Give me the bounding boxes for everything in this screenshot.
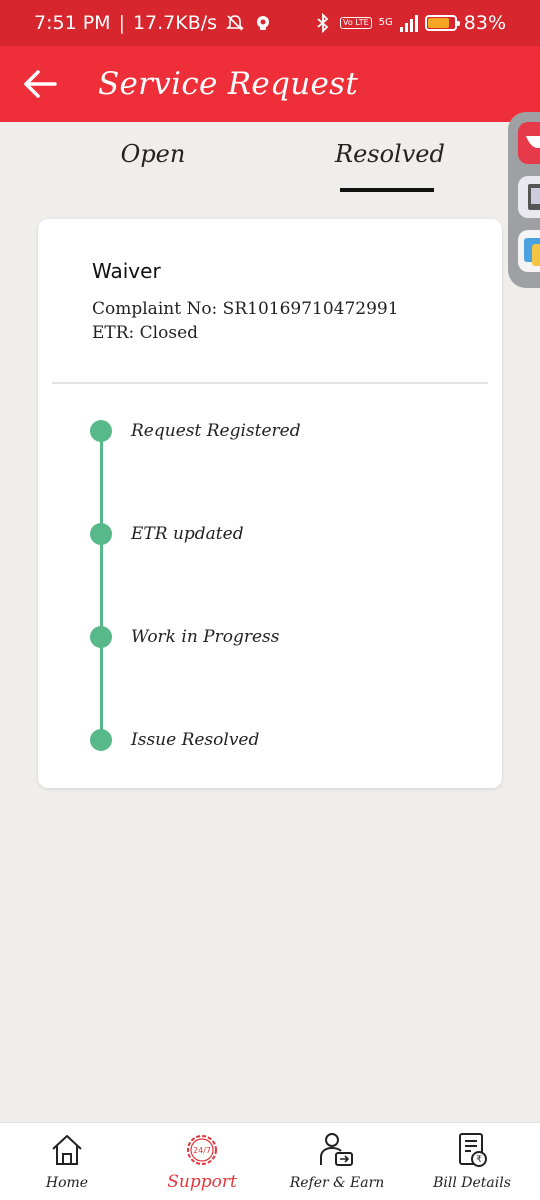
status-separator: |	[118, 12, 125, 34]
nav-home-label: Home	[45, 1175, 89, 1191]
timeline-step-label: ETR updated	[131, 524, 244, 544]
nav-support-label: Support	[167, 1172, 237, 1192]
nav-support[interactable]: 24/7 Support	[137, 1131, 267, 1192]
timeline-step-label: Issue Resolved	[131, 730, 260, 750]
nav-bill-label: Bill Details	[433, 1175, 511, 1191]
floating-app-icon[interactable]	[518, 230, 540, 272]
mute-notifications-icon	[225, 13, 245, 33]
volte-badge: Vo LTE	[340, 17, 372, 29]
floating-app-icon[interactable]	[518, 122, 540, 164]
timeline-step: Work in Progress	[90, 626, 280, 648]
tab-resolved[interactable]: Resolved	[335, 140, 445, 168]
refer-earn-icon	[318, 1131, 356, 1169]
home-icon	[49, 1131, 85, 1169]
divider	[52, 382, 488, 384]
arrow-left-icon	[24, 70, 57, 98]
timeline-step: Issue Resolved	[90, 729, 259, 751]
page-title: Service Request	[98, 66, 359, 102]
back-button[interactable]	[0, 46, 80, 122]
nav-home[interactable]: Home	[2, 1131, 132, 1191]
complaint-number: Complaint No: SR10169710472991	[92, 299, 399, 319]
status-left: 7:51 PM | 17.7KB/s	[34, 12, 313, 34]
timeline-step-label: Work in Progress	[131, 627, 280, 647]
support-24-7-icon: 24/7	[183, 1131, 221, 1169]
support-badge-text: 24/7	[193, 1146, 211, 1155]
nav-bill-details[interactable]: ₹ Bill Details	[407, 1131, 537, 1191]
bluetooth-icon	[313, 13, 333, 33]
tab-open[interactable]: Open	[100, 140, 206, 168]
bottom-navigation: Home 24/7 Support Refer & Earn ₹ Bill De…	[0, 1122, 540, 1200]
status-time: 7:51 PM	[34, 12, 111, 34]
timeline-step: ETR updated	[90, 523, 244, 545]
nav-refer-label: Refer & Earn	[289, 1175, 385, 1191]
timeline-step: Request Registered	[90, 420, 301, 442]
status-bar: 7:51 PM | 17.7KB/s Vo LTE 5G 83%	[0, 0, 540, 46]
app-notification-icon	[253, 13, 273, 33]
bill-details-icon: ₹	[454, 1131, 490, 1169]
service-request-card[interactable]: Waiver Complaint No: SR10169710472991 ET…	[38, 219, 502, 788]
battery-fill	[427, 18, 450, 28]
request-title: Waiver	[92, 259, 161, 283]
signal-icon	[399, 14, 418, 32]
battery-icon	[424, 15, 460, 31]
timeline-dot	[90, 729, 112, 751]
app-bar: Service Request	[0, 46, 540, 122]
active-tab-indicator	[340, 188, 434, 192]
network-type: 5G	[378, 17, 393, 28]
timeline-dot	[90, 523, 112, 545]
nav-refer-earn[interactable]: Refer & Earn	[272, 1131, 402, 1191]
floating-app-icon[interactable]	[518, 176, 540, 218]
timeline-dot	[90, 420, 112, 442]
battery-percent: 83%	[463, 12, 506, 34]
network-speed: 17.7KB/s	[132, 12, 218, 34]
floating-app-panel[interactable]	[508, 112, 540, 288]
timeline-connector	[100, 431, 103, 741]
etr-status: ETR: Closed	[92, 323, 199, 343]
timeline-step-label: Request Registered	[131, 421, 301, 441]
tab-bar: Open Resolved	[0, 122, 540, 196]
status-right: Vo LTE 5G 83%	[313, 12, 506, 34]
svg-text:₹: ₹	[476, 1155, 482, 1165]
timeline-dot	[90, 626, 112, 648]
